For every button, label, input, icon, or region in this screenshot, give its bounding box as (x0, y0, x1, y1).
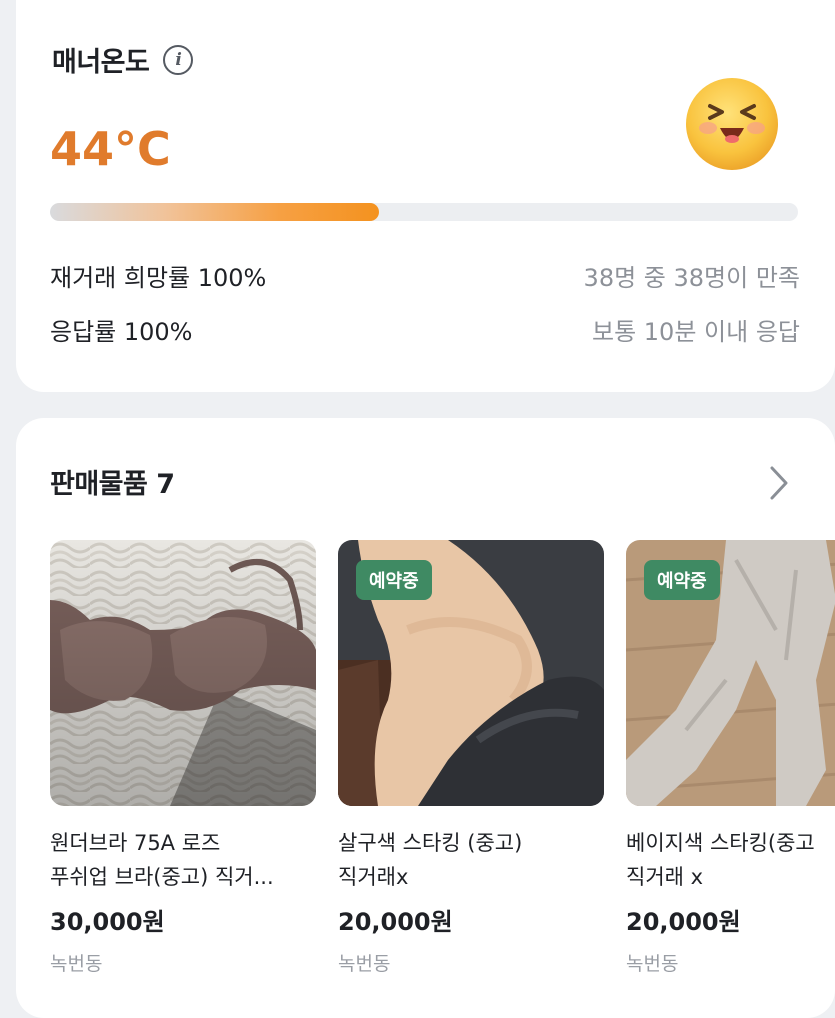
product-card[interactable]: 원더브라 75A 로즈 푸쉬업 브라(중고) 직거... 30,000원 녹번동 (50, 540, 316, 976)
manner-title-row: 매너온도 i (52, 40, 194, 79)
product-title-line1: 살구색 스타킹 (중고) (338, 831, 523, 855)
sales-items-card: 판매물품 7 원더브라 75A 로즈 푸쉬업 브라(중고) 직거... 30,0… (16, 418, 835, 1018)
product-title: 살구색 스타킹 (중고) 직거래x (338, 826, 604, 894)
product-price: 20,000원 (626, 908, 741, 936)
chevron-right-icon[interactable] (768, 464, 790, 502)
temperature-bar-fill (50, 203, 380, 221)
product-card[interactable]: 예약중 살구색 스타킹 (중고) 직거래x 20,000원 녹번동 (338, 540, 604, 976)
rehire-rate: 재거래 희망률 100% (50, 264, 267, 292)
response-detail: 보통 10분 이내 응답 (592, 318, 800, 346)
product-location: 녹번동 (50, 953, 103, 975)
product-title-line2: 푸쉬업 브라(중고) 직거... (50, 865, 274, 889)
reserved-badge: 예약중 (644, 560, 720, 600)
manner-temperature-card: 매너온도 i 44°C 재거래 희망률 100% 38명 중 38명이 만족 응… (16, 0, 835, 392)
product-price: 30,000원 (50, 908, 165, 936)
response-rate: 응답률 100% (50, 318, 193, 346)
product-price: 20,000원 (338, 908, 453, 936)
sales-title[interactable]: 판매물품 7 (50, 462, 175, 501)
product-card[interactable]: 예약중 베이지색 스타킹(중고 직거래 x 20,000원 녹번동 (626, 540, 835, 976)
info-icon[interactable]: i (163, 44, 194, 75)
manner-title: 매너온도 (52, 47, 150, 78)
rehire-detail: 38명 중 38명이 만족 (583, 264, 800, 292)
product-title-line2: 직거래 x (626, 865, 704, 889)
product-image[interactable]: 예약중 (338, 540, 604, 806)
product-title: 베이지색 스타킹(중고 직거래 x (626, 826, 835, 894)
product-title-line2: 직거래x (338, 865, 409, 889)
product-location: 녹번동 (626, 953, 679, 975)
product-image[interactable]: 예약중 (626, 540, 835, 806)
product-location: 녹번동 (338, 953, 391, 975)
rehire-row: 재거래 희망률 100% 38명 중 38명이 만족 (50, 258, 800, 293)
laughing-face-icon (686, 78, 778, 170)
response-row: 응답률 100% 보통 10분 이내 응답 (50, 312, 800, 347)
temperature-value: 44°C (50, 122, 171, 176)
product-image[interactable] (50, 540, 316, 806)
product-title: 원더브라 75A 로즈 푸쉬업 브라(중고) 직거... (50, 826, 316, 894)
temperature-bar (50, 203, 798, 221)
product-title-line1: 베이지색 스타킹(중고 (626, 831, 815, 855)
product-title-line1: 원더브라 75A 로즈 (50, 831, 221, 855)
reserved-badge: 예약중 (356, 560, 432, 600)
product-list: 원더브라 75A 로즈 푸쉬업 브라(중고) 직거... 30,000원 녹번동… (50, 540, 835, 1000)
